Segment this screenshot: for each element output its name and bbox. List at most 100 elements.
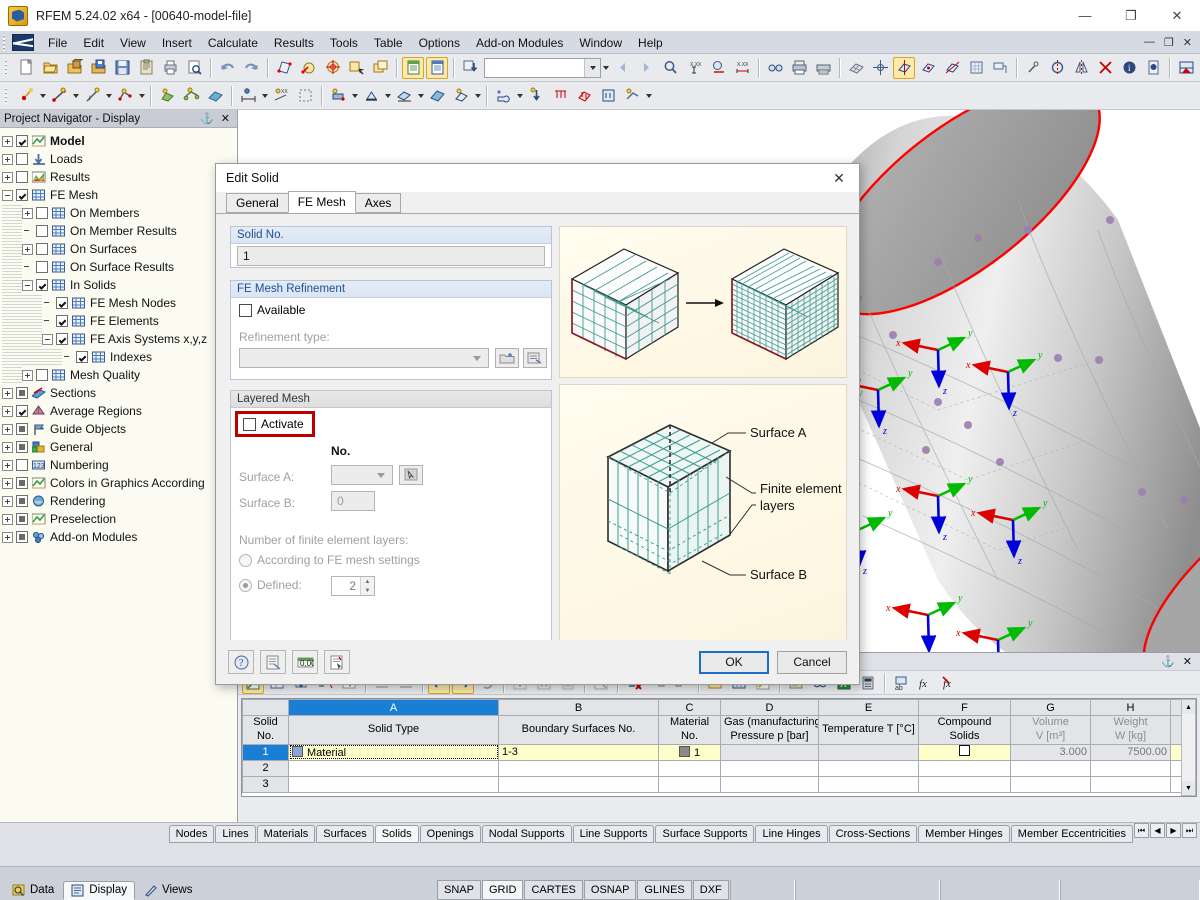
surface-support-icon[interactable] xyxy=(180,85,202,107)
row-header-3[interactable]: 3 xyxy=(242,775,289,793)
fe-solid-icon[interactable] xyxy=(893,56,915,79)
zoom-icon[interactable] xyxy=(659,57,681,79)
cell-solid-type-1[interactable]: Material xyxy=(288,743,499,761)
select-add-icon[interactable] xyxy=(345,57,367,79)
edit-properties-icon[interactable] xyxy=(523,348,547,368)
object-info-icon[interactable] xyxy=(324,650,350,674)
solid-new-icon[interactable] xyxy=(426,85,448,107)
cell-compound-1[interactable] xyxy=(918,743,1011,761)
toolbar2-drag-grip[interactable] xyxy=(5,87,12,104)
tree-item-sections[interactable]: Sections xyxy=(2,384,235,402)
tree-checkbox[interactable] xyxy=(16,513,28,525)
col-letter-g[interactable]: G xyxy=(1010,699,1091,716)
solids-table-grid[interactable]: A B C D E F G H I Solid No. xyxy=(241,698,1197,797)
snap-cross-icon[interactable] xyxy=(1094,57,1116,79)
table-fx-icon[interactable]: fx xyxy=(914,672,936,694)
window-icon[interactable] xyxy=(369,57,391,79)
chevron-down-icon[interactable] xyxy=(470,349,484,367)
tree-checkbox[interactable] xyxy=(36,243,48,255)
measure-icon[interactable] xyxy=(1022,57,1044,79)
col-letter-f[interactable]: F xyxy=(918,699,1011,716)
cell-temperature-2[interactable] xyxy=(818,759,919,777)
table-tab-solids[interactable]: Solids xyxy=(374,825,419,843)
address-dropdown-arrow[interactable] xyxy=(601,57,610,79)
table-green-icon[interactable] xyxy=(402,56,424,79)
tree-expander-minus-icon[interactable] xyxy=(2,189,13,201)
col-letter-c[interactable]: C xyxy=(658,699,721,716)
scroll-down-icon[interactable]: ▼ xyxy=(1182,781,1195,795)
table-tab-nodal-supports[interactable]: Nodal Supports xyxy=(481,825,572,843)
hinge-icon[interactable] xyxy=(492,85,514,107)
new-file-icon[interactable] xyxy=(15,57,37,79)
menu-results[interactable]: Results xyxy=(266,34,322,52)
table-blue-icon[interactable] xyxy=(426,56,448,79)
tree-checkbox[interactable] xyxy=(16,171,28,183)
tree-item-preselection[interactable]: Preselection xyxy=(2,510,235,528)
next-icon[interactable] xyxy=(635,57,657,79)
tree-checkbox[interactable] xyxy=(16,423,28,435)
line-icon[interactable] xyxy=(48,85,70,107)
line-dim-dropdown-arrow[interactable] xyxy=(104,85,113,107)
layered-activate-checkbox[interactable]: Activate xyxy=(243,417,304,431)
menu-file[interactable]: File xyxy=(40,34,75,52)
close-icon[interactable]: ✕ xyxy=(218,112,233,125)
navigator-tree[interactable]: Model Loads Results FE Mesh On Members On Mem… xyxy=(0,128,237,822)
opening-icon[interactable] xyxy=(450,85,472,107)
mesh-nodes-icon[interactable] xyxy=(869,57,891,79)
tree-expander-plus-icon[interactable] xyxy=(2,423,13,435)
zoom-target-icon[interactable] xyxy=(707,57,729,79)
ok-button[interactable]: OK xyxy=(699,650,769,674)
cell-material-no-3[interactable] xyxy=(658,775,721,793)
cell-boundary-surfaces-1[interactable]: 1-3 xyxy=(498,743,659,761)
tree-item-colors-in-graphics-according[interactable]: Colors in Graphics According xyxy=(2,474,235,492)
dim-vertical-icon[interactable]: X.XX xyxy=(683,57,705,79)
snap-button[interactable]: SNAP xyxy=(437,880,481,900)
excel-icon[interactable] xyxy=(1175,57,1197,79)
info-doc-icon[interactable] xyxy=(1142,57,1164,79)
dialog-close-icon[interactable]: ✕ xyxy=(825,165,853,191)
tree-checkbox[interactable] xyxy=(16,405,28,417)
next-table-button[interactable]: ▶ xyxy=(1166,823,1181,838)
stepper-up-icon[interactable]: ▲ xyxy=(361,577,374,586)
minimize-button[interactable]: — xyxy=(1062,0,1108,32)
col-letter-rowhdr[interactable] xyxy=(242,699,289,716)
pin-icon[interactable]: ⚓ xyxy=(1156,655,1180,668)
tree-expander-plus-icon[interactable] xyxy=(2,495,13,507)
chevron-down-icon[interactable] xyxy=(374,466,388,484)
mdi-restore-button[interactable]: ❐ xyxy=(1160,36,1178,49)
tab-fe-mesh[interactable]: FE Mesh xyxy=(287,191,356,213)
tree-expander-plus-icon[interactable] xyxy=(22,207,33,219)
tree-item-average-regions[interactable]: Average Regions xyxy=(2,402,235,420)
node-dropdown-arrow[interactable] xyxy=(38,85,47,107)
toolbar1-drag-grip[interactable] xyxy=(5,59,12,76)
polyline-icon[interactable] xyxy=(114,85,136,107)
table-tab-materials[interactable]: Materials xyxy=(256,825,316,843)
tree-checkbox[interactable] xyxy=(36,279,48,291)
glasses-icon[interactable] xyxy=(764,57,786,79)
menu-add-on-modules[interactable]: Add-on Modules xyxy=(468,34,571,52)
tree-item-results[interactable]: Results xyxy=(2,168,235,186)
nodal-support-icon[interactable] xyxy=(360,85,382,107)
close-icon[interactable]: ✕ xyxy=(1180,655,1195,668)
printer-list-icon[interactable] xyxy=(812,57,834,79)
units-icon[interactable]: 0,00 xyxy=(292,650,318,674)
tree-item-on-member-results[interactable]: On Member Results xyxy=(2,222,235,240)
close-button[interactable]: ✕ xyxy=(1154,0,1200,32)
load-icon[interactable] xyxy=(525,85,547,107)
cartes-button[interactable]: CARTES xyxy=(524,880,583,900)
mesh-icon[interactable] xyxy=(845,57,867,79)
tree-expander-plus-icon[interactable] xyxy=(2,459,13,471)
line-support-dropdown-arrow[interactable] xyxy=(416,85,425,107)
tree-checkbox[interactable] xyxy=(36,225,48,237)
load-case-icon[interactable] xyxy=(597,85,619,107)
cell-material-no-2[interactable] xyxy=(658,759,721,777)
tree-item-numbering[interactable]: 123 Numbering xyxy=(2,456,235,474)
layers-defined-stepper[interactable]: 2 ▲ ▼ xyxy=(331,576,375,596)
tree-checkbox[interactable] xyxy=(16,441,28,453)
tree-item-add-on-modules[interactable]: Add-on Modules xyxy=(2,528,235,546)
tree-checkbox[interactable] xyxy=(56,297,68,309)
menu-options[interactable]: Options xyxy=(411,34,468,52)
tree-checkbox[interactable] xyxy=(16,477,28,489)
member-dropdown-arrow[interactable] xyxy=(350,85,359,107)
table-tab-line-hinges[interactable]: Line Hinges xyxy=(755,825,828,843)
